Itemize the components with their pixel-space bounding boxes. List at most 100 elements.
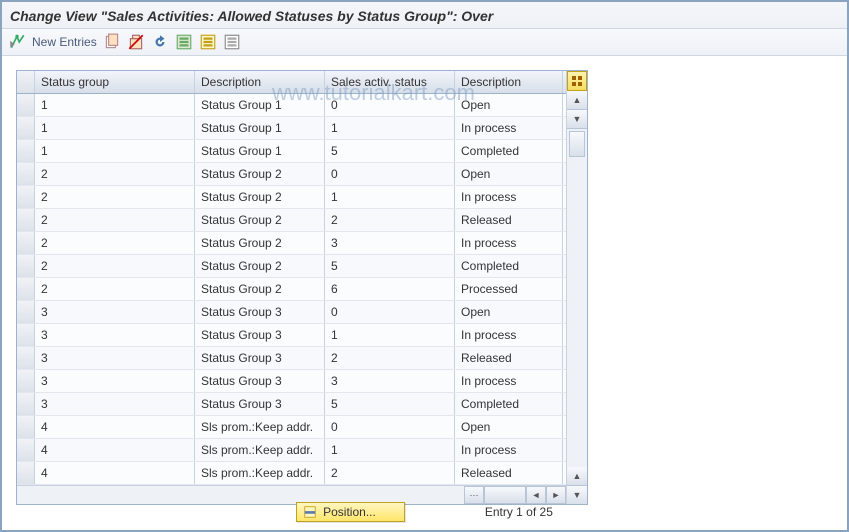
cell-description-2[interactable]: In process <box>455 324 563 346</box>
cell-description-2[interactable]: Released <box>455 462 563 484</box>
cell-sales-activ-status[interactable]: 2 <box>325 347 455 369</box>
cell-status-group[interactable]: 1 <box>35 140 195 162</box>
cell-status-group[interactable]: 2 <box>35 186 195 208</box>
cell-description-2[interactable]: Completed <box>455 255 563 277</box>
cell-description-2[interactable]: Processed <box>455 278 563 300</box>
cell-description[interactable]: Status Group 3 <box>195 347 325 369</box>
cell-description-2[interactable]: In process <box>455 117 563 139</box>
row-selector[interactable] <box>17 232 35 254</box>
row-selector[interactable] <box>17 370 35 392</box>
cell-description-2[interactable]: In process <box>455 439 563 461</box>
row-selector[interactable] <box>17 117 35 139</box>
cell-description[interactable]: Status Group 2 <box>195 163 325 185</box>
row-selector[interactable] <box>17 301 35 323</box>
cell-description[interactable]: Status Group 1 <box>195 94 325 116</box>
cell-status-group[interactable]: 4 <box>35 462 195 484</box>
cell-description[interactable]: Sls prom.:Keep addr. <box>195 439 325 461</box>
row-selector[interactable] <box>17 255 35 277</box>
new-entries-button[interactable]: New Entries <box>32 35 97 49</box>
row-selector[interactable] <box>17 94 35 116</box>
cell-sales-activ-status[interactable]: 3 <box>325 232 455 254</box>
cell-description-2[interactable]: Completed <box>455 393 563 415</box>
cell-sales-activ-status[interactable]: 0 <box>325 163 455 185</box>
cell-status-group[interactable]: 1 <box>35 117 195 139</box>
toggle-icon[interactable] <box>8 33 26 51</box>
cell-sales-activ-status[interactable]: 5 <box>325 393 455 415</box>
cell-status-group[interactable]: 2 <box>35 209 195 231</box>
row-selector[interactable] <box>17 347 35 369</box>
cell-description-2[interactable]: In process <box>455 370 563 392</box>
cell-description-2[interactable]: Released <box>455 347 563 369</box>
cell-description-2[interactable]: Open <box>455 301 563 323</box>
cell-status-group[interactable]: 2 <box>35 255 195 277</box>
vscroll-track[interactable] <box>567 129 587 467</box>
cell-status-group[interactable]: 2 <box>35 163 195 185</box>
vscroll-thumb[interactable] <box>569 131 585 157</box>
cell-description[interactable]: Status Group 3 <box>195 370 325 392</box>
position-button[interactable]: Position... <box>296 502 405 522</box>
cell-sales-activ-status[interactable]: 6 <box>325 278 455 300</box>
cell-sales-activ-status[interactable]: 5 <box>325 255 455 277</box>
cell-description[interactable]: Status Group 2 <box>195 278 325 300</box>
delete-icon[interactable] <box>127 33 145 51</box>
cell-sales-activ-status[interactable]: 1 <box>325 439 455 461</box>
cell-sales-activ-status[interactable]: 0 <box>325 416 455 438</box>
row-selector[interactable] <box>17 324 35 346</box>
col-description-2[interactable]: Description <box>455 71 563 93</box>
cell-status-group[interactable]: 3 <box>35 370 195 392</box>
cell-sales-activ-status[interactable]: 5 <box>325 140 455 162</box>
cell-status-group[interactable]: 1 <box>35 94 195 116</box>
cell-description[interactable]: Status Group 3 <box>195 301 325 323</box>
row-selector[interactable] <box>17 163 35 185</box>
cell-sales-activ-status[interactable]: 0 <box>325 301 455 323</box>
cell-status-group[interactable]: 3 <box>35 347 195 369</box>
select-block-icon[interactable] <box>199 33 217 51</box>
cell-sales-activ-status[interactable]: 1 <box>325 117 455 139</box>
col-status-group[interactable]: Status group <box>35 71 195 93</box>
cell-sales-activ-status[interactable]: 2 <box>325 462 455 484</box>
cell-sales-activ-status[interactable]: 2 <box>325 209 455 231</box>
row-selector[interactable] <box>17 416 35 438</box>
scroll-down-icon[interactable]: ▼ <box>567 110 587 129</box>
cell-sales-activ-status[interactable]: 0 <box>325 94 455 116</box>
col-description[interactable]: Description <box>195 71 325 93</box>
row-selector[interactable] <box>17 186 35 208</box>
cell-description[interactable]: Status Group 2 <box>195 209 325 231</box>
cell-description[interactable]: Status Group 1 <box>195 140 325 162</box>
deselect-all-icon[interactable] <box>223 33 241 51</box>
cell-description-2[interactable]: In process <box>455 232 563 254</box>
row-selector[interactable] <box>17 209 35 231</box>
copy-icon[interactable] <box>103 33 121 51</box>
table-config-icon[interactable] <box>567 71 587 91</box>
cell-description-2[interactable]: Open <box>455 416 563 438</box>
cell-sales-activ-status[interactable]: 1 <box>325 186 455 208</box>
cell-description[interactable]: Sls prom.:Keep addr. <box>195 416 325 438</box>
cell-description[interactable]: Status Group 2 <box>195 186 325 208</box>
cell-sales-activ-status[interactable]: 3 <box>325 370 455 392</box>
cell-status-group[interactable]: 3 <box>35 301 195 323</box>
scroll-up-icon[interactable]: ▲ <box>567 91 587 110</box>
cell-description[interactable]: Status Group 2 <box>195 255 325 277</box>
cell-status-group[interactable]: 3 <box>35 324 195 346</box>
cell-sales-activ-status[interactable]: 1 <box>325 324 455 346</box>
cell-description-2[interactable]: In process <box>455 186 563 208</box>
col-sales-activ-status[interactable]: Sales activ. status <box>325 71 455 93</box>
cell-description[interactable]: Sls prom.:Keep addr. <box>195 462 325 484</box>
cell-description-2[interactable]: Completed <box>455 140 563 162</box>
cell-description[interactable]: Status Group 3 <box>195 324 325 346</box>
cell-description[interactable]: Status Group 3 <box>195 393 325 415</box>
cell-status-group[interactable]: 3 <box>35 393 195 415</box>
row-selector[interactable] <box>17 462 35 484</box>
scroll-up-bottom-icon[interactable]: ▲ <box>567 467 587 486</box>
cell-description-2[interactable]: Released <box>455 209 563 231</box>
row-selector[interactable] <box>17 393 35 415</box>
select-all-icon[interactable] <box>175 33 193 51</box>
cell-status-group[interactable]: 2 <box>35 232 195 254</box>
cell-status-group[interactable]: 4 <box>35 439 195 461</box>
cell-description-2[interactable]: Open <box>455 163 563 185</box>
row-selector[interactable] <box>17 439 35 461</box>
row-selector[interactable] <box>17 140 35 162</box>
row-selector[interactable] <box>17 278 35 300</box>
cell-status-group[interactable]: 2 <box>35 278 195 300</box>
cell-status-group[interactable]: 4 <box>35 416 195 438</box>
